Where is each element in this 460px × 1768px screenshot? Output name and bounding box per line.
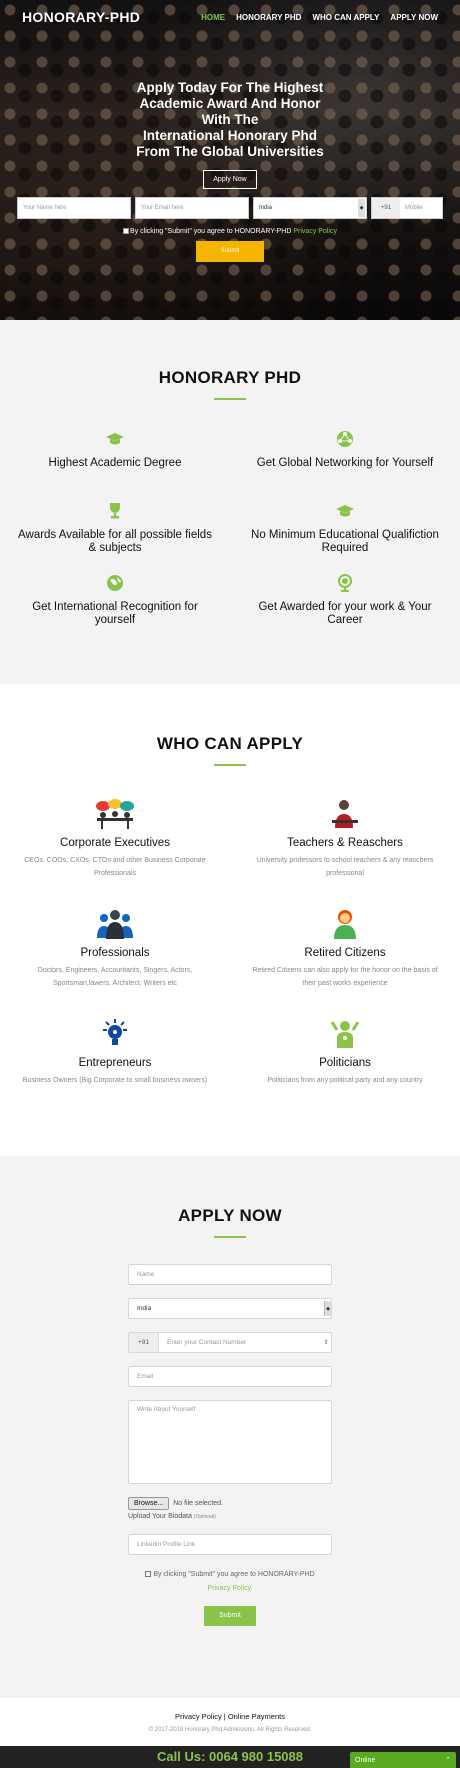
footer-online-payments-link[interactable]: Online Payments bbox=[228, 1712, 285, 1721]
select-arrow-icon: ◆ bbox=[324, 1301, 331, 1316]
hero-title: Apply Today For The Highest Academic Awa… bbox=[136, 80, 324, 159]
phone-number-field[interactable]: Mobile bbox=[400, 198, 442, 218]
feature-item: Get Awarded for your work & Your Career bbox=[230, 572, 460, 644]
upload-biodata-label: Upload Your Biodata (Optional) bbox=[128, 1513, 216, 1520]
country-select[interactable]: India ◆ bbox=[128, 1298, 332, 1319]
browse-button[interactable]: Browse... bbox=[128, 1497, 170, 1510]
contact-number-field[interactable]: Enter your Contact Number bbox=[159, 1339, 321, 1346]
contact-number-input[interactable]: +91 Enter your Contact Number ⇕ bbox=[128, 1332, 332, 1353]
linkedin-input[interactable]: Linkedin Profile Link bbox=[128, 1534, 332, 1555]
hero-email-input[interactable]: Your Email here bbox=[135, 197, 249, 219]
features-grid: Highest Academic Degree Get Global Netwo… bbox=[0, 428, 460, 644]
about-textarea[interactable]: Write About Yourself bbox=[128, 1400, 332, 1484]
hero-agree-checkbox[interactable] bbox=[123, 228, 130, 235]
who-item: Corporate Executives CEOs, COOs, CXOs, C… bbox=[0, 794, 230, 904]
feature-item: No Minimum Educational Qualifiction Requ… bbox=[230, 500, 460, 572]
nav-honorary-phd[interactable]: HONORARY PHD bbox=[236, 13, 301, 22]
politician-icon bbox=[230, 1014, 460, 1050]
top-navigation: HONORARY-PHD HOME HONORARY PHD WHO CAN A… bbox=[0, 0, 460, 34]
biodata-file-input: Browse... No file selected. bbox=[128, 1497, 332, 1510]
graduation-cap-icon bbox=[230, 500, 460, 522]
graduation-cap-icon bbox=[0, 428, 230, 450]
meeting-people-icon bbox=[0, 794, 230, 830]
phone-code: +91 bbox=[129, 1333, 159, 1352]
hero-privacy-link[interactable]: Privacy Policy bbox=[293, 228, 337, 235]
who-grid: Corporate Executives CEOs, COOs, CXOs, C… bbox=[0, 794, 460, 1124]
apply-now-title: APPLY NOW bbox=[178, 1206, 282, 1225]
feature-item: Awards Available for all possible fields… bbox=[0, 500, 230, 572]
apply-agree-checkbox[interactable] bbox=[145, 1571, 152, 1578]
apply-privacy-link[interactable]: Privacy Policy. bbox=[208, 1585, 253, 1592]
teacher-icon bbox=[230, 794, 460, 830]
hero-country-select[interactable]: India ◆ bbox=[253, 197, 367, 219]
apply-form: Name India ◆ +91 Enter your Contact Numb… bbox=[128, 1264, 332, 1626]
who-item: Professionals Doctors, Engineers, Accoun… bbox=[0, 904, 230, 1014]
call-us-link[interactable]: Call Us: 0064 980 15088 bbox=[157, 1749, 303, 1764]
title-underline bbox=[214, 398, 246, 400]
feature-item: Get International Recognition for yourse… bbox=[0, 572, 230, 644]
hero-name-input[interactable]: Your Name here bbox=[17, 197, 131, 219]
who-can-apply-title: WHO CAN APPLY bbox=[156, 734, 304, 753]
who-item: Teachers & Reaschers University professo… bbox=[230, 794, 460, 904]
nav-links: HOME HONORARY PHD WHO CAN APPLY APPLY NO… bbox=[201, 13, 438, 22]
feature-item: Highest Academic Degree bbox=[0, 428, 230, 500]
footer-separator: | bbox=[223, 1712, 226, 1721]
hero-submit-button[interactable]: Submit bbox=[196, 241, 264, 262]
globe-icon bbox=[0, 572, 230, 594]
title-underline bbox=[214, 764, 246, 766]
file-status: No file selected. bbox=[173, 1500, 223, 1507]
number-spinner-icon[interactable]: ⇕ bbox=[321, 1339, 331, 1346]
title-underline bbox=[214, 1236, 246, 1238]
nav-who-can-apply[interactable]: WHO CAN APPLY bbox=[312, 13, 379, 22]
feature-item: Get Global Networking for Yourself bbox=[230, 428, 460, 500]
footer-privacy-link[interactable]: Privacy Policy bbox=[175, 1712, 222, 1721]
trophy-icon bbox=[0, 500, 230, 522]
footer: Privacy Policy | Online Payments © 2017-… bbox=[0, 1698, 460, 1746]
globe-stand-icon bbox=[230, 572, 460, 594]
who-item: Politicians Politicians from any politic… bbox=[230, 1014, 460, 1124]
hero-phone-input[interactable]: +91 Mobile bbox=[371, 197, 443, 219]
chevron-up-icon: ⌃ bbox=[445, 1757, 451, 1764]
who-item: Entrepreneurs Business Owners (Big Corpo… bbox=[0, 1014, 230, 1124]
who-item: Retired Citizens Retired Citizens can al… bbox=[230, 904, 460, 1014]
phone-code: +91 bbox=[372, 198, 400, 218]
nav-apply-now[interactable]: APPLY NOW bbox=[390, 13, 438, 22]
who-can-apply-section: WHO CAN APPLY Corporate Executives CEOs,… bbox=[0, 684, 460, 1156]
hero-quick-form: Your Name here Your Email here India ◆ +… bbox=[0, 197, 460, 219]
globe-network-icon bbox=[230, 428, 460, 450]
elderly-person-icon bbox=[230, 904, 460, 940]
honorary-phd-title: HONORARY PHD bbox=[158, 368, 302, 387]
name-input[interactable]: Name bbox=[128, 1264, 332, 1285]
footer-links: Privacy Policy | Online Payments bbox=[0, 1712, 460, 1721]
hero-content: Apply Today For The Highest Academic Awa… bbox=[0, 80, 460, 262]
apply-agree-text: By clicking "Submit" you agree to HONORA… bbox=[128, 1568, 332, 1596]
hero-agree-text: By clicking "Submit" you agree to HONORA… bbox=[0, 228, 460, 235]
team-icon bbox=[0, 904, 230, 940]
nav-home[interactable]: HOME bbox=[201, 13, 225, 22]
honorary-phd-section: HONORARY PHD Highest Academic Degree Get… bbox=[0, 320, 460, 684]
hero-section: HONORARY-PHD HOME HONORARY PHD WHO CAN A… bbox=[0, 0, 460, 320]
email-input[interactable]: Email bbox=[128, 1366, 332, 1387]
apply-submit-button[interactable]: Submit bbox=[204, 1606, 256, 1626]
hero-apply-now-button[interactable]: Apply Now bbox=[203, 170, 257, 189]
footer-copyright: © 2017-2019 Honorary Phd Admissions. All… bbox=[148, 1727, 312, 1733]
apply-now-section: APPLY NOW Name India ◆ +91 Enter your Co… bbox=[0, 1156, 460, 1698]
site-logo[interactable]: HONORARY-PHD bbox=[22, 9, 140, 25]
idea-bulb-icon bbox=[0, 1014, 230, 1050]
online-chat-widget[interactable]: Online ⌃ bbox=[350, 1752, 456, 1768]
call-bar: Call Us: 0064 980 15088 Online ⌃ bbox=[0, 1746, 460, 1768]
select-arrow-icon: ◆ bbox=[358, 199, 365, 217]
